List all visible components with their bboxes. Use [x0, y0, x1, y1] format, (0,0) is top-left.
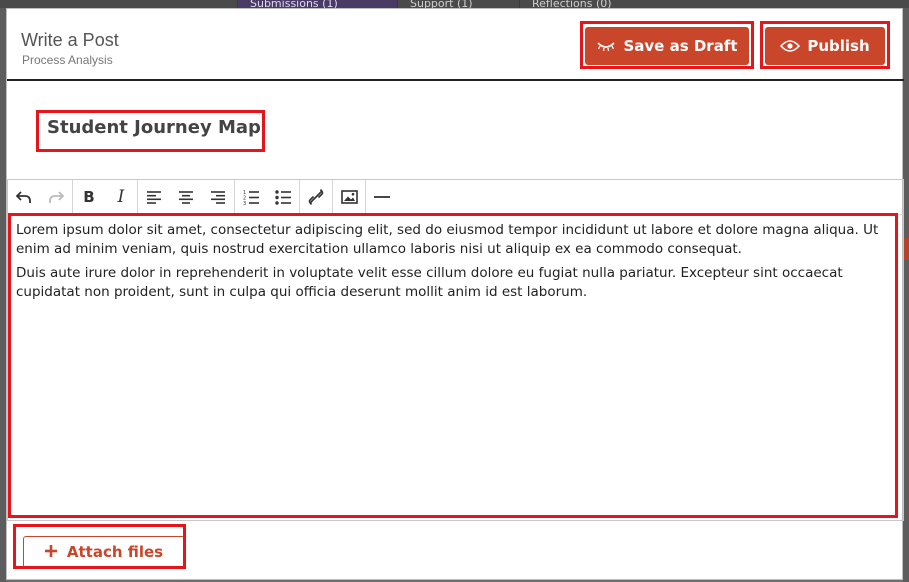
- bold-icon[interactable]: B: [73, 180, 105, 214]
- align-group: [138, 180, 235, 214]
- svg-text:3: 3: [243, 201, 246, 205]
- list-group: 123: [235, 180, 300, 214]
- modal-subtitle: Process Analysis: [22, 53, 113, 67]
- background-tab-bar: Submissions (1) Support (1) Reflections …: [0, 0, 909, 8]
- link-group: [300, 180, 333, 214]
- save-as-draft-button[interactable]: Save as Draft: [585, 27, 749, 65]
- redo-icon[interactable]: [40, 180, 72, 214]
- modal-header: Write a Post Process Analysis Save as Dr…: [7, 9, 904, 81]
- align-right-icon[interactable]: [202, 180, 234, 214]
- align-center-icon[interactable]: [170, 180, 202, 214]
- numbered-list-icon[interactable]: 123: [235, 180, 267, 214]
- editor-toolbar: B I 123: [8, 180, 903, 215]
- plus-icon: [44, 543, 57, 561]
- background-tab-reflections: Reflections (0): [519, 0, 669, 8]
- undo-icon[interactable]: [8, 180, 40, 214]
- attach-files-button[interactable]: Attach files: [23, 536, 185, 568]
- save-as-draft-label: Save as Draft: [623, 37, 738, 55]
- attach-files-label: Attach files: [66, 543, 164, 561]
- format-group: B I: [73, 180, 138, 214]
- history-group: [8, 180, 73, 214]
- align-left-icon[interactable]: [138, 180, 170, 214]
- publish-button[interactable]: Publish: [765, 27, 885, 65]
- background-tab-submissions: Submissions (1): [237, 0, 397, 8]
- post-body[interactable]: Lorem ipsum dolor sit amet, consectetur …: [16, 221, 896, 307]
- italic-icon[interactable]: I: [105, 180, 137, 214]
- image-icon[interactable]: [333, 180, 365, 214]
- body-paragraph: Lorem ipsum dolor sit amet, consectetur …: [16, 222, 879, 257]
- rule-group: [366, 180, 398, 214]
- eye-closed-icon: [596, 40, 616, 52]
- body-paragraph: Duis aute irure dolor in reprehenderit i…: [16, 265, 843, 300]
- write-post-modal: Write a Post Process Analysis Save as Dr…: [6, 8, 904, 580]
- link-icon[interactable]: [300, 180, 332, 214]
- rich-text-editor: B I 123 Lorem ipsum dolor sit amet, cons…: [7, 179, 904, 521]
- image-group: [333, 180, 366, 214]
- horizontal-rule-icon[interactable]: [366, 180, 398, 214]
- publish-label: Publish: [807, 37, 870, 55]
- eye-icon: [780, 39, 801, 53]
- background-tab-support: Support (1): [397, 0, 519, 8]
- post-title: Student Journey Map: [47, 117, 261, 138]
- post-title-field[interactable]: Student Journey Map: [47, 117, 261, 138]
- modal-title: Write a Post: [21, 30, 119, 50]
- bullet-list-icon[interactable]: [267, 180, 299, 214]
